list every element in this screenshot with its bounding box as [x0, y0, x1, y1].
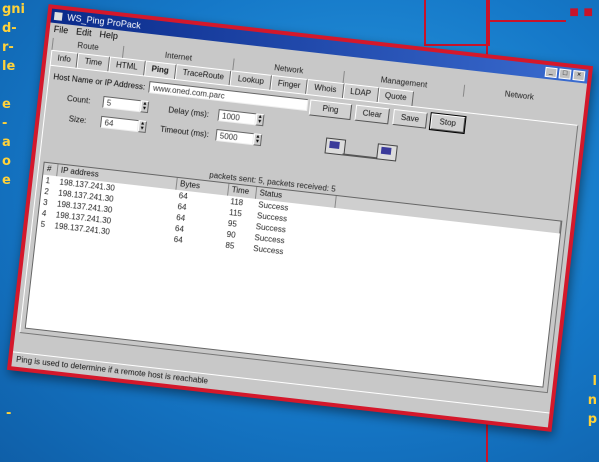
count-label: Count: [66, 93, 91, 106]
timeout-label: Timeout (ms): [159, 124, 210, 140]
stop-button[interactable]: Stop [428, 112, 467, 135]
menu-edit[interactable]: Edit [75, 26, 93, 41]
screenshot-window: WS_Ping ProPack _ □ × File Edit Help Rou… [6, 4, 594, 432]
delay-stepper[interactable]: 1000 ▲ ▼ [217, 109, 265, 127]
decorative-line [486, 420, 488, 462]
article-text-left: gni d- r- le e - a o e [2, 2, 26, 188]
results-table: # IP address Bytes Time Status 1 198.137… [24, 161, 563, 388]
count-input[interactable]: 5 [102, 95, 142, 113]
row-index: 5 [40, 219, 46, 230]
save-button[interactable]: Save [392, 108, 428, 129]
menu-help[interactable]: Help [99, 28, 119, 43]
menu-file[interactable]: File [53, 23, 69, 38]
computer-icon [376, 143, 398, 162]
spin-arrows-icon[interactable]: ▲ ▼ [139, 100, 150, 114]
minimize-button[interactable]: _ [544, 66, 558, 79]
size-input[interactable]: 64 [99, 115, 140, 133]
timeout-stepper[interactable]: 5000 ▲ ▼ [215, 128, 263, 147]
spin-arrows-icon[interactable]: ▲ ▼ [255, 113, 265, 127]
decorative-line [486, 20, 566, 22]
close-button[interactable]: × [572, 70, 586, 82]
clear-button[interactable]: Clear [354, 104, 390, 125]
app-icon [53, 11, 63, 21]
decorative-box [424, 0, 490, 46]
article-text-right: l n p [587, 374, 597, 427]
spin-arrows-icon[interactable]: ▲ ▼ [252, 133, 263, 147]
host-label: Host Name or IP Address: [52, 71, 146, 92]
delay-input[interactable]: 1000 [217, 109, 257, 126]
time-cell: 85 [224, 240, 235, 251]
delay-label: Delay (ms): [167, 105, 210, 120]
size-stepper[interactable]: 64 ▲ ▼ [99, 115, 147, 133]
timeout-input[interactable]: 5000 [215, 128, 255, 146]
corner-mark: ■ ■ [569, 4, 593, 21]
network-link [342, 153, 377, 160]
count-stepper[interactable]: 5 ▲ ▼ [102, 95, 150, 114]
maximize-button[interactable]: □ [558, 68, 572, 80]
article-text-bottom: - [6, 406, 12, 421]
ping-button[interactable]: Ping [308, 99, 353, 121]
spin-arrows-icon[interactable]: ▲ ▼ [137, 120, 147, 133]
size-label: Size: [68, 114, 87, 126]
